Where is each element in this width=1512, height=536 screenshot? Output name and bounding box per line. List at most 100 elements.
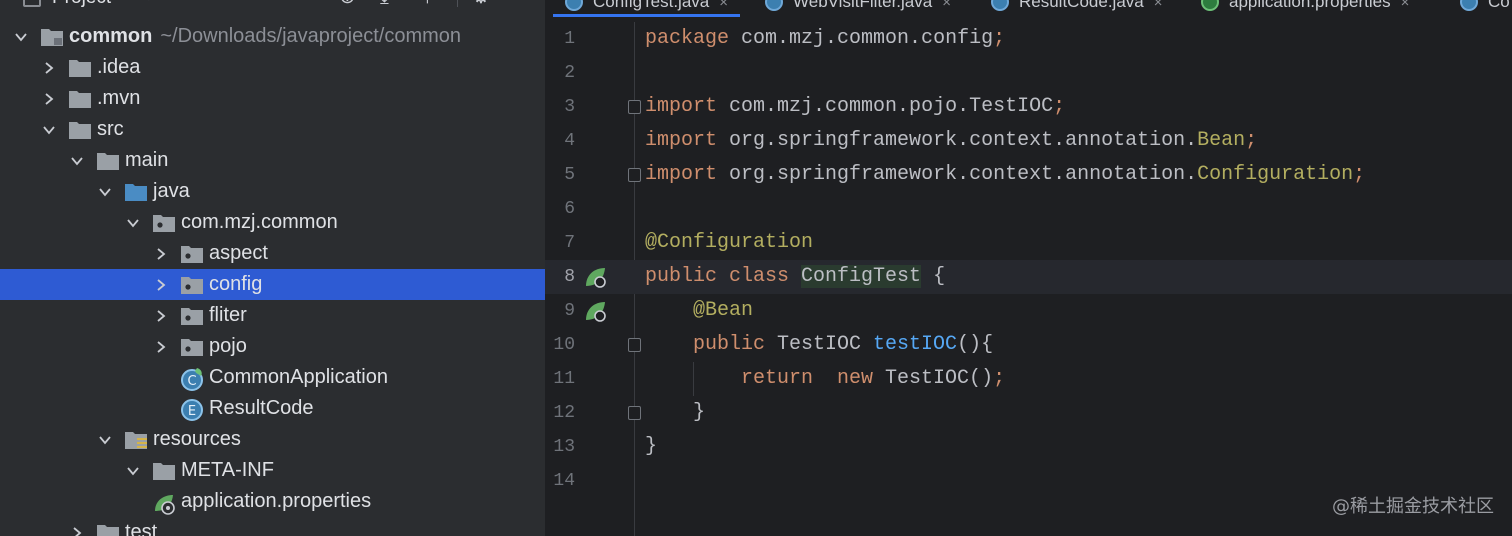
chevron-down-icon[interactable] <box>126 216 140 230</box>
fold-marker-icon[interactable] <box>628 100 641 114</box>
tree-item-label: test <box>125 521 158 536</box>
chevron-right-icon[interactable] <box>154 309 168 323</box>
chevron-right-icon[interactable] <box>42 92 56 106</box>
code-text: @Configuration <box>645 231 814 254</box>
chevron-down-icon[interactable] <box>98 433 112 447</box>
line-number: 7 <box>564 233 575 253</box>
chevron-down-icon[interactable] <box>42 123 56 137</box>
code-text: public class ConfigTest { <box>645 265 946 288</box>
tree-item-fliter[interactable]: fliter <box>0 300 545 331</box>
tree-item-label: main <box>125 149 169 171</box>
close-icon[interactable]: × <box>1401 0 1410 11</box>
tree-item-resultcode[interactable]: E ResultCode <box>0 393 545 424</box>
tree-item-pojo[interactable]: pojo <box>0 331 545 362</box>
tree-item-label: pojo <box>209 335 247 357</box>
close-icon[interactable]: × <box>942 0 951 11</box>
tree-item-config[interactable]: config <box>0 269 545 300</box>
chevron-down-icon[interactable] <box>14 30 28 44</box>
spring-bean-icon[interactable] <box>583 264 609 290</box>
chevron-right-icon[interactable] <box>70 526 84 536</box>
close-icon[interactable]: × <box>719 0 728 11</box>
code-line[interactable]: 9 @Bean <box>545 294 1512 328</box>
tab-configtest-java[interactable]: ConfigTest.java × <box>553 0 740 17</box>
chevron-down-icon[interactable] <box>98 185 112 199</box>
chevron-right-icon[interactable] <box>42 61 56 75</box>
line-number: 3 <box>564 97 575 117</box>
folder-icon <box>152 460 176 482</box>
tree-item--idea[interactable]: .idea <box>0 52 545 83</box>
folder-icon <box>68 57 92 79</box>
code-text: } <box>645 401 706 424</box>
svg-text:C: C <box>187 374 196 389</box>
collapse-all-icon[interactable]: ⤒ <box>423 0 432 7</box>
tree-item-meta-inf[interactable]: META-INF <box>0 455 545 486</box>
java-class-icon <box>565 0 583 11</box>
project-view-selector[interactable]: Project <box>52 0 111 9</box>
tree-item-java[interactable]: java <box>0 176 545 207</box>
code-line[interactable]: 12 } <box>545 396 1512 430</box>
code-lines[interactable]: 1 package com.mzj.common.config; 2 3 import … <box>545 22 1512 498</box>
tab-label: Co <box>1488 0 1510 11</box>
code-line[interactable]: 6 <box>545 192 1512 226</box>
code-text: return new TestIOC(); <box>741 367 1006 390</box>
code-line[interactable]: 5 import org.springframework.context.anno… <box>545 158 1512 192</box>
folder-icon <box>96 150 120 172</box>
tree-item-common[interactable]: common ~/Downloads/javaproject/common <box>0 21 545 52</box>
folder-icon <box>96 522 120 536</box>
resources-folder-icon <box>124 429 148 451</box>
tree-item-commonapplication[interactable]: C CommonApplication <box>0 362 545 393</box>
tree-item-label: ResultCode <box>209 397 314 419</box>
tab-co[interactable]: Co <box>1460 0 1510 14</box>
line-number: 13 <box>553 437 575 457</box>
chevron-right-icon[interactable] <box>154 278 168 292</box>
package-icon <box>180 305 204 327</box>
fold-marker-icon[interactable] <box>628 168 641 182</box>
expand-all-icon[interactable]: ⤓ <box>380 0 389 7</box>
code-line[interactable]: 1 package com.mzj.common.config; <box>545 22 1512 56</box>
fold-marker-icon[interactable] <box>628 406 641 420</box>
spring-properties-icon <box>152 491 176 515</box>
folder-icon <box>68 119 92 141</box>
tree-item-main[interactable]: main <box>0 145 545 176</box>
module-folder-icon <box>40 26 64 48</box>
line-number: 12 <box>553 403 575 423</box>
locate-icon[interactable]: ⊕ <box>339 0 356 7</box>
chevron-right-icon[interactable] <box>154 340 168 354</box>
java-class-icon <box>765 0 783 11</box>
code-line[interactable]: 10 public TestIOC testIOC(){ <box>545 328 1512 362</box>
code-line[interactable]: 3 import com.mzj.common.pojo.TestIOC; <box>545 90 1512 124</box>
tree-item-label: java <box>153 180 190 202</box>
code-line[interactable]: 4 import org.springframework.context.anno… <box>545 124 1512 158</box>
chevron-right-icon[interactable] <box>154 247 168 261</box>
tree-item-label: aspect <box>209 242 268 264</box>
chevron-down-icon[interactable]: ▼ <box>142 0 156 3</box>
chevron-down-icon[interactable] <box>126 464 140 478</box>
tree-item-application-properties[interactable]: application.properties <box>0 486 545 517</box>
tree-item-aspect[interactable]: aspect <box>0 238 545 269</box>
code-line[interactable]: 7 @Configuration <box>545 226 1512 260</box>
tree-item-test[interactable]: test <box>0 517 545 536</box>
tree-item--mvn[interactable]: .mvn <box>0 83 545 114</box>
code-editor[interactable]: ConfigTest.java × WebVisitFilter.java × Resu… <box>545 0 1512 536</box>
fold-marker-icon[interactable] <box>628 338 641 352</box>
project-view-icon <box>23 0 41 7</box>
tab-webvisitfilter-java[interactable]: WebVisitFilter.java × <box>765 0 951 14</box>
tab-application-properties[interactable]: application.properties × <box>1201 0 1409 14</box>
code-line[interactable]: 8 public class ConfigTest { <box>545 260 1512 294</box>
tree-item-src[interactable]: src <box>0 114 545 145</box>
spring-bean-navigate-icon[interactable] <box>583 298 609 324</box>
settings-gear-icon[interactable]: ⚙ <box>472 0 490 7</box>
code-line[interactable]: 13} <box>545 430 1512 464</box>
code-text: } <box>645 435 658 458</box>
tree-item-label: CommonApplication <box>209 366 388 388</box>
tree-item-com-mzj-common[interactable]: com.mzj.common <box>0 207 545 238</box>
code-line[interactable]: 2 <box>545 56 1512 90</box>
tree-item-resources[interactable]: resources <box>0 424 545 455</box>
tree-item-label: resources <box>153 428 241 450</box>
tab-resultcode-java[interactable]: ResultCode.java × <box>991 0 1163 14</box>
line-number: 8 <box>564 267 575 287</box>
chevron-down-icon[interactable] <box>70 154 84 168</box>
line-number: 1 <box>564 29 575 49</box>
code-line[interactable]: 11 return new TestIOC(); <box>545 362 1512 396</box>
close-icon[interactable]: × <box>1154 0 1163 11</box>
